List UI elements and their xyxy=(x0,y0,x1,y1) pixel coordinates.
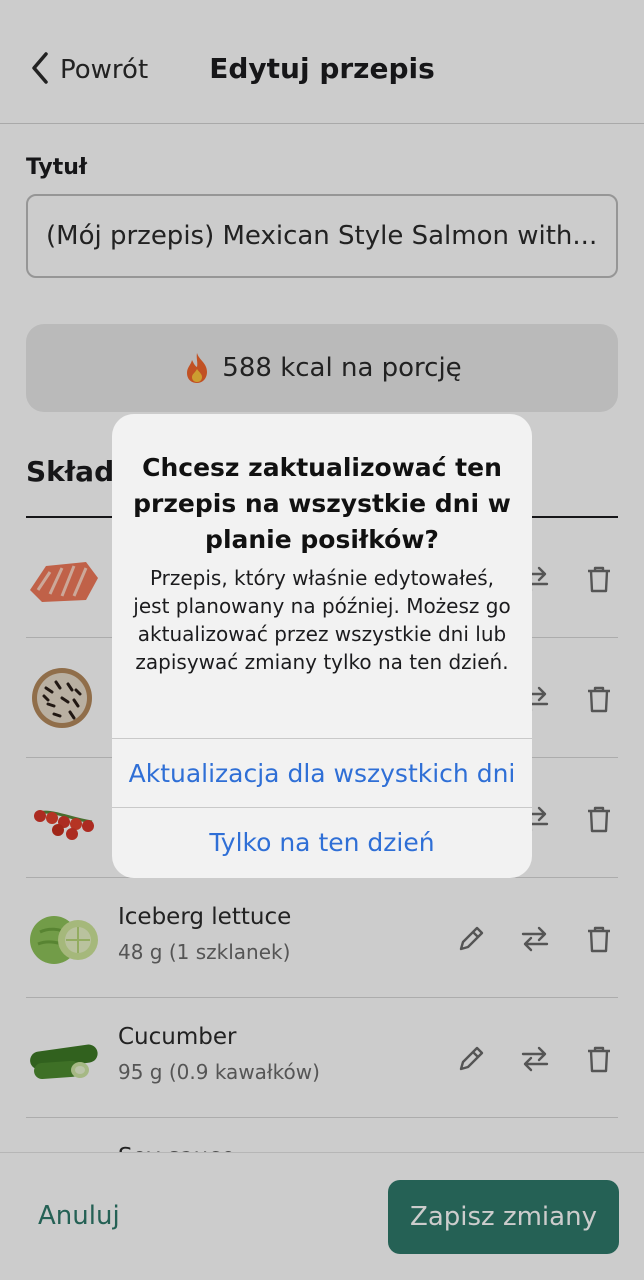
alert-message: Przepis, który właśnie edytowałeś, jest … xyxy=(133,566,511,674)
only-this-day-button[interactable]: Tylko na ten dzień xyxy=(112,808,532,876)
update-scope-alert: Chcesz zaktualizować ten przepis na wszy… xyxy=(112,414,532,878)
alert-title: Chcesz zaktualizować ten przepis na wszy… xyxy=(133,453,511,554)
update-all-days-button[interactable]: Aktualizacja dla wszystkich dni xyxy=(112,739,532,807)
edit-recipe-screen: Powrót Edytuj przepis Tytuł (Mój przepis… xyxy=(0,0,644,1280)
